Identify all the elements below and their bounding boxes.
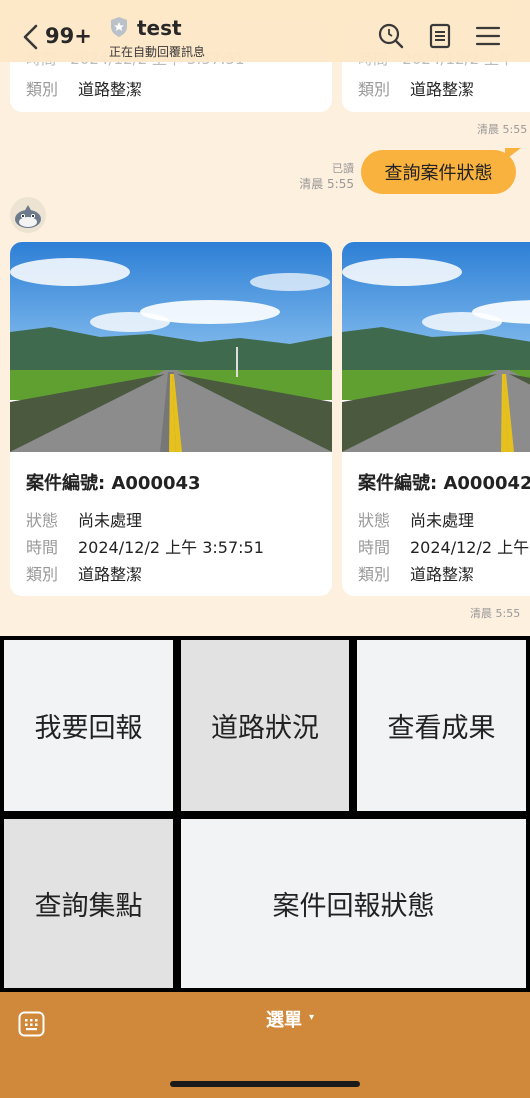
category-value: 道路整潔 [410,80,475,99]
unread-count[interactable]: 99+ [45,24,92,48]
road-status-button[interactable]: 道路狀況 [181,640,349,811]
status-value: 尚未處理 [78,511,143,530]
chat-subtitle: 正在自動回覆訊息 [109,45,206,59]
time-label: 時間 [358,538,391,557]
read-receipt: 已讀 [332,162,354,175]
status-value: 尚未處理 [410,511,475,530]
category-label: 類別 [358,565,391,584]
case-number: 案件編號: A000042 [358,473,530,494]
category-value: 道路整潔 [78,80,143,99]
category-label: 類別 [26,565,59,584]
prev-category-row: 類別 道路整潔 [26,76,142,100]
menu-toggle[interactable]: 選單 [266,1006,302,1032]
case-number: 案件編號: A000043 [26,473,201,494]
time-row: 時間 2024/12/2 上午 3:57:51 [26,534,264,558]
bottom-bar: 選單 ▾ [0,992,530,1098]
time-row: 時間 2024/12/2 上午 [358,534,529,558]
case-status-button[interactable]: 案件回報狀態 [181,819,526,988]
caret-down-icon[interactable]: ▾ [309,1012,314,1023]
status-label: 狀態 [358,511,391,530]
sent-timestamp: 清晨 5:55 [299,177,354,191]
category-value: 道路整潔 [410,565,475,584]
road-photo [10,242,332,452]
report-button[interactable]: 我要回報 [4,640,173,811]
message-timestamp: 清晨 5:55 [470,607,521,620]
status-label: 狀態 [26,511,59,530]
time-value: 2024/12/2 上午 [410,538,530,557]
category-label: 類別 [358,80,391,99]
home-indicator [170,1081,360,1087]
case-card[interactable]: 案件編號: A000042 狀態 尚未處理 時間 2024/12/2 上午 類別 道路… [342,242,530,596]
chat-area: 時間 2024/12/2 上午 3:57:51 類別道路整潔 時間 2024/1… [0,0,530,636]
chat-title: test [137,16,182,40]
category-row: 類別 道路整潔 [26,561,142,585]
bot-avatar[interactable] [10,197,46,233]
sent-message-bubble[interactable]: 查詢案件狀態 [361,150,516,194]
shield-icon [111,17,127,37]
menu-icon[interactable] [474,22,502,50]
time-value: 2024/12/2 上午 3:57:51 [78,538,264,557]
prev-category-row: 類別 道路整潔 [358,76,474,100]
case-card[interactable]: 案件編號: A000043 狀態 尚未處理 時間 2024/12/2 上午 3:57… [10,242,332,596]
notes-icon[interactable] [426,22,454,50]
road-photo [342,242,530,452]
time-label: 時間 [26,538,59,557]
status-row: 狀態 尚未處理 [358,507,474,531]
status-row: 狀態 尚未處理 [26,507,142,531]
search-icon[interactable] [377,22,405,50]
category-value: 道路整潔 [78,565,143,584]
chat-header: 99+ test 正在自動回覆訊息 [0,0,530,62]
rich-menu: 我要回報 道路狀況 查看成果 查詢集點 案件回報狀態 [0,636,530,992]
keyboard-icon[interactable] [18,1011,45,1037]
view-results-button[interactable]: 查看成果 [357,640,526,811]
message-timestamp: 清晨 5:55 [477,123,528,136]
category-row: 類別 道路整潔 [358,561,474,585]
back-arrow-icon[interactable] [22,24,40,50]
query-points-button[interactable]: 查詢集點 [4,819,173,988]
category-label: 類別 [26,80,59,99]
